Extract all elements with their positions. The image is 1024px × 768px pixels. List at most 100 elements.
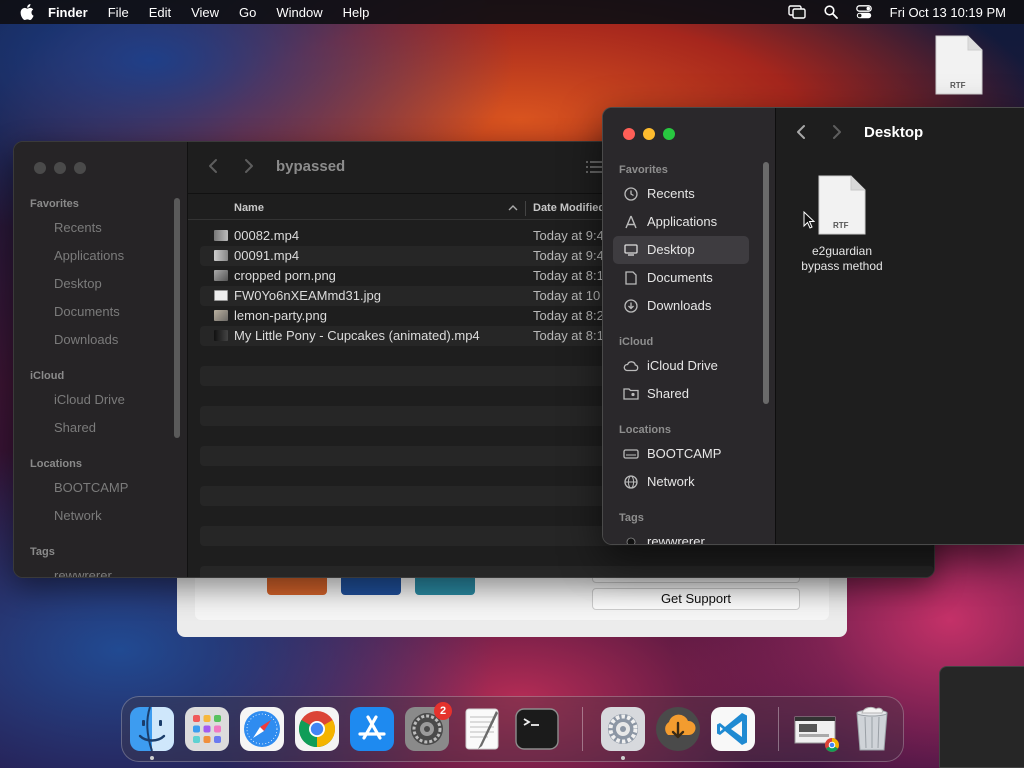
video-thumbnail-icon [214, 330, 228, 341]
desktop-rtf-file-icon[interactable]: RTF [934, 34, 984, 96]
zoom-button[interactable] [74, 162, 86, 174]
dock-textedit-icon[interactable] [458, 705, 506, 753]
dock-downloader-icon[interactable] [654, 705, 702, 753]
sidebar-item-desktop[interactable]: Desktop [54, 276, 102, 291]
forward-arrow-icon[interactable] [244, 158, 260, 176]
clock-icon [623, 186, 639, 201]
partial-window-right [939, 666, 1024, 768]
video-thumbnail-icon [214, 230, 228, 241]
dock-vscode-icon[interactable] [709, 705, 757, 753]
sidebar-item-bootcamp[interactable]: BOOTCAMP [54, 480, 128, 495]
menu-go[interactable]: Go [239, 5, 256, 20]
dock-safari-icon[interactable] [238, 705, 286, 753]
rtf-document-icon: RTF [817, 174, 867, 236]
sidebar-item-label: Recents [647, 186, 695, 201]
document-icon [623, 270, 639, 285]
control-center-icon[interactable] [855, 5, 872, 19]
menu-clock[interactable]: Fri Oct 13 10:19 PM [890, 5, 1006, 20]
spotlight-search-icon[interactable] [824, 5, 838, 19]
sidebar-item-label: Shared [647, 386, 689, 401]
sidebar-header-tags: Tags [30, 546, 55, 558]
sidebar-item-shared[interactable]: Shared [54, 420, 96, 435]
sidebar-header-icloud: iCloud [30, 370, 65, 382]
sidebar-scrollbar[interactable] [763, 162, 769, 404]
desktop-file-type-label: RTF [950, 81, 966, 90]
apple-menu-icon[interactable] [20, 4, 34, 20]
sidebar-item-downloads[interactable]: Downloads [623, 298, 711, 313]
sidebar-item-applications[interactable]: Applications [54, 248, 124, 263]
applications-icon [623, 215, 639, 229]
sidebar-header-tags: Tags [619, 512, 644, 524]
window-controls [34, 162, 86, 174]
image-thumbnail-icon [214, 310, 228, 321]
sidebar-item-applications[interactable]: Applications [623, 214, 717, 229]
sidebar-item-label: Network [647, 474, 695, 489]
tag-dot-icon [623, 535, 639, 544]
menu-view[interactable]: View [191, 5, 219, 20]
image-thumbnail-icon [214, 290, 228, 301]
sidebar-item-bootcamp[interactable]: BOOTCAMP [623, 446, 721, 461]
sort-ascending-icon[interactable] [508, 201, 518, 215]
sidebar-item-label: Downloads [647, 298, 712, 313]
dock-trash-icon[interactable] [848, 705, 896, 753]
sidebar-item-icloud-drive[interactable]: iCloud Drive [54, 392, 125, 407]
file-date: Today at 9:4 [533, 228, 604, 243]
sidebar-item-recents[interactable]: Recents [54, 220, 102, 235]
sidebar-header-icloud: iCloud [619, 336, 654, 348]
menu-edit[interactable]: Edit [149, 5, 171, 20]
file-date: Today at 8:1 [533, 328, 604, 343]
close-button[interactable] [34, 162, 46, 174]
file-date: Today at 10 [533, 288, 601, 303]
file-date: Today at 9:4 [533, 248, 604, 263]
menu-help[interactable]: Help [343, 5, 370, 20]
file-name-line-1: e2guardian [811, 244, 873, 258]
sidebar-item-label: Documents [647, 270, 713, 285]
column-name-header[interactable]: Name [234, 202, 264, 214]
sidebar-item-downloads[interactable]: Downloads [54, 332, 118, 347]
column-separator [525, 201, 526, 216]
sidebar-item-tag[interactable]: rewwrerer [623, 534, 705, 545]
video-thumbnail-icon [214, 250, 228, 261]
sidebar-item-desktop[interactable]: Desktop [623, 242, 695, 257]
column-date-header[interactable]: Date Modified [533, 202, 605, 214]
dock-system-preferences-icon[interactable] [599, 705, 647, 753]
mouse-cursor-icon [803, 210, 816, 234]
window-title: Desktop [864, 124, 924, 141]
dock-chrome-icon[interactable] [293, 705, 341, 753]
dock-app-store-icon[interactable] [348, 705, 396, 753]
sidebar-item-label: iCloud Drive [647, 358, 718, 373]
sidebar-item-recents[interactable]: Recents [623, 186, 695, 201]
forward-arrow-icon[interactable] [832, 124, 848, 142]
dock-terminal-icon[interactable] [513, 705, 561, 753]
back-arrow-icon[interactable] [208, 158, 224, 176]
menu-window[interactable]: Window [276, 5, 322, 20]
file-name: FW0Yo6nXEAMmd31.jpg [234, 288, 381, 303]
sidebar-header-locations: Locations [30, 458, 82, 470]
sidebar-scrollbar[interactable] [174, 198, 180, 438]
sidebar-item-icloud-drive[interactable]: iCloud Drive [623, 358, 718, 373]
dock-launchpad-icon[interactable] [183, 705, 231, 753]
zoom-button[interactable] [663, 128, 675, 140]
minimize-button[interactable] [643, 128, 655, 140]
close-button[interactable] [623, 128, 635, 140]
sidebar-item-network[interactable]: Network [54, 508, 102, 523]
sidebar-header-locations: Locations [619, 424, 671, 436]
sidebar-item-label: rewwrerer [647, 534, 705, 545]
shared-folder-icon [623, 387, 639, 401]
get-support-button[interactable]: Get Support [592, 588, 800, 610]
file-date: Today at 8:2 [533, 308, 604, 323]
sidebar-item-documents[interactable]: Documents [54, 304, 120, 319]
back-arrow-icon[interactable] [796, 124, 812, 142]
sidebar-item-network[interactable]: Network [623, 474, 695, 489]
menu-app-name[interactable]: Finder [48, 5, 88, 20]
dock-finder-icon[interactable] [128, 705, 176, 753]
menu-file[interactable]: File [108, 5, 129, 20]
sidebar-item-documents[interactable]: Documents [623, 270, 713, 285]
dock-downloads-stack-icon[interactable] [793, 705, 841, 753]
sidebar-item-shared[interactable]: Shared [623, 386, 689, 401]
empty-row [200, 566, 934, 577]
minimize-button[interactable] [54, 162, 66, 174]
list-view-icon[interactable] [586, 160, 602, 174]
sidebar-item-tag[interactable]: rewwrerer [54, 568, 112, 577]
screen-mirroring-icon[interactable] [787, 5, 806, 19]
